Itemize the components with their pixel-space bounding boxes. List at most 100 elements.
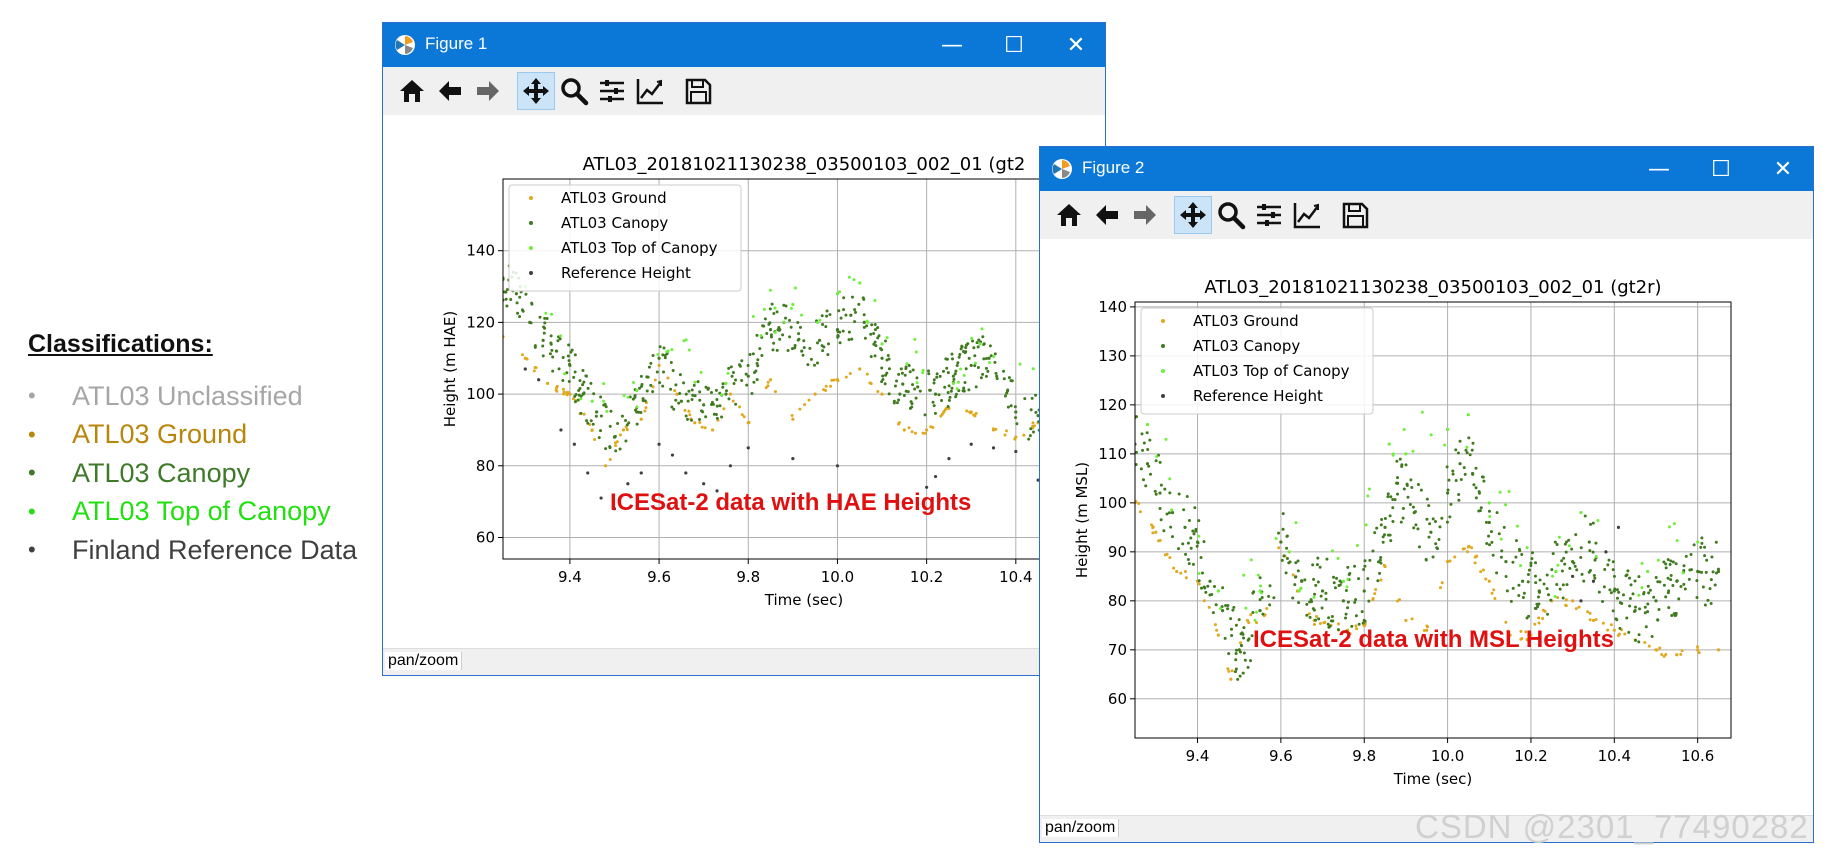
data-point — [1346, 606, 1350, 610]
data-point — [1308, 615, 1312, 619]
data-point — [1034, 410, 1038, 414]
save-button[interactable] — [679, 72, 717, 110]
back-arrow-button[interactable] — [431, 72, 469, 110]
data-point — [1315, 563, 1319, 567]
data-point — [1594, 555, 1598, 559]
data-point — [643, 409, 647, 413]
data-point — [791, 457, 795, 461]
data-point — [1481, 475, 1485, 479]
home-button[interactable] — [393, 72, 431, 110]
forward-arrow-button[interactable] — [469, 72, 507, 110]
close-button[interactable]: ✕ — [1752, 147, 1814, 191]
data-point — [1570, 547, 1574, 551]
data-point — [1341, 599, 1345, 603]
title-bar[interactable]: Figure 1 — ☐ ✕ — [383, 23, 1105, 67]
data-point — [1404, 452, 1408, 456]
data-point — [626, 395, 630, 399]
data-point — [1647, 591, 1651, 595]
minimize-button[interactable]: — — [921, 23, 983, 67]
data-point — [1014, 410, 1018, 414]
title-bar[interactable]: Figure 2 — ☐ ✕ — [1040, 147, 1813, 191]
data-point — [746, 363, 750, 367]
data-point — [608, 446, 612, 450]
pan-button[interactable] — [517, 72, 555, 110]
data-point — [675, 392, 679, 396]
back-arrow-button[interactable] — [1088, 196, 1126, 234]
close-button[interactable]: ✕ — [1045, 23, 1107, 67]
data-point — [1533, 574, 1537, 578]
data-point — [1504, 620, 1508, 624]
forward-arrow-button[interactable] — [1126, 196, 1164, 234]
data-point — [1014, 449, 1018, 454]
data-point — [727, 366, 731, 370]
data-point — [605, 409, 609, 413]
minimize-button[interactable]: — — [1628, 147, 1690, 191]
data-point — [1696, 648, 1700, 652]
data-point — [970, 336, 974, 340]
data-point — [1279, 540, 1283, 544]
data-point — [613, 441, 617, 445]
data-point — [992, 355, 996, 359]
data-point — [574, 392, 578, 396]
data-point — [945, 366, 949, 370]
data-point — [906, 390, 910, 394]
data-point — [758, 347, 762, 351]
data-point — [1145, 462, 1150, 466]
maximize-button[interactable]: ☐ — [1690, 147, 1752, 191]
edit-axis-button[interactable] — [1288, 196, 1326, 234]
data-point — [1145, 422, 1150, 427]
y-tick-label: 130 — [1098, 347, 1127, 365]
data-point — [1484, 577, 1488, 581]
maximize-button[interactable]: ☐ — [983, 23, 1045, 67]
data-point — [957, 355, 961, 359]
pan-button[interactable] — [1174, 196, 1212, 234]
data-point — [530, 302, 534, 306]
data-point — [684, 471, 688, 475]
data-point — [1477, 509, 1481, 513]
data-point — [1697, 651, 1701, 655]
data-point — [690, 418, 694, 422]
save-button[interactable] — [1336, 196, 1374, 234]
data-point — [1703, 554, 1707, 558]
data-point — [1379, 556, 1383, 560]
subplots-icon — [600, 80, 624, 102]
data-point — [857, 302, 861, 306]
data-point — [1514, 539, 1518, 543]
data-point — [773, 306, 777, 310]
zoom-button[interactable] — [1212, 196, 1250, 234]
data-point — [947, 457, 951, 461]
data-point — [1490, 591, 1494, 595]
data-point — [1696, 645, 1700, 649]
data-point — [1640, 586, 1644, 590]
data-point — [1363, 559, 1367, 563]
data-point — [797, 332, 801, 336]
data-point — [686, 399, 690, 403]
data-point — [691, 393, 695, 397]
data-point — [1643, 611, 1647, 615]
data-point — [731, 371, 735, 375]
subplots-button[interactable] — [1250, 196, 1288, 234]
data-point — [885, 371, 889, 375]
data-point — [751, 315, 755, 319]
data-point — [1643, 641, 1647, 645]
zoom-button[interactable] — [555, 72, 593, 110]
data-point — [923, 431, 927, 435]
home-button[interactable] — [1050, 196, 1088, 234]
edit-axis-button[interactable] — [631, 72, 669, 110]
data-point — [1487, 534, 1491, 538]
data-point — [651, 354, 655, 358]
data-point — [639, 410, 643, 414]
data-point — [1389, 539, 1393, 543]
data-point — [1672, 612, 1676, 616]
data-point — [1193, 506, 1197, 510]
data-point — [847, 275, 851, 279]
data-point — [1652, 595, 1656, 599]
data-point — [1669, 578, 1673, 582]
data-point — [590, 429, 594, 433]
data-point — [1504, 575, 1508, 579]
data-point — [854, 310, 858, 314]
data-point — [1330, 614, 1334, 618]
data-point — [538, 315, 542, 319]
subplots-button[interactable] — [593, 72, 631, 110]
data-point — [828, 313, 832, 317]
